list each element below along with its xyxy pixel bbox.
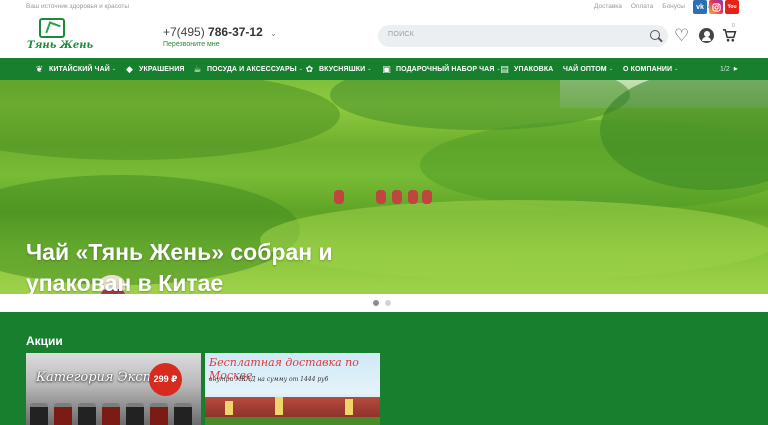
- hero-bush: [420, 120, 768, 210]
- nav-item-label: УКРАШЕНИЯ: [139, 65, 185, 73]
- heart-icon[interactable]: ♡: [674, 27, 689, 44]
- nav-item-chinese-tea[interactable]: ❦ КИТАЙСКИЙ ЧАЙ ⌄: [35, 58, 116, 80]
- nav-item-label: ВКУСНЯШКИ: [319, 65, 366, 73]
- nav-item-gift-set[interactable]: ▣ ПОДАРОЧНЫЙ НАБОР ЧАЯ ⌄: [382, 58, 501, 80]
- nav-item-packaging[interactable]: ▤ УПАКОВКА: [500, 58, 553, 80]
- gem-icon: ◆: [125, 63, 134, 74]
- search-placeholder: ПОИСК: [388, 31, 415, 38]
- nav-item-label: УПАКОВКА: [514, 65, 554, 73]
- chevron-right-icon[interactable]: ▸: [734, 64, 738, 73]
- top-bar: Ваш источник здоровья и красоты Доставка…: [0, 0, 768, 14]
- phone-number[interactable]: +7(495) 786-37-12 ⌄: [163, 25, 277, 39]
- site-logo[interactable]: Тянь Жень: [27, 18, 93, 56]
- chevron-down-icon: ⌄: [298, 66, 303, 72]
- youtube-label: You: [727, 4, 737, 10]
- hero-title: Чай «Тянь Жень» собран и упакован в Кита…: [26, 237, 406, 294]
- search-input[interactable]: ПОИСК: [378, 25, 668, 47]
- nav-pager-label: 1/2: [720, 66, 730, 73]
- callback-link[interactable]: Перезвоните мне: [163, 41, 220, 48]
- slider-dots: [0, 294, 768, 312]
- vk-icon[interactable]: vk: [693, 0, 707, 14]
- promo-card-delivery[interactable]: Бесплатная доставка по Москве внутри МКА…: [205, 353, 380, 425]
- nav-item-label: ПОДАРОЧНЫЙ НАБОР ЧАЯ: [396, 65, 495, 73]
- nav-item-treats[interactable]: ✿ ВКУСНЯШКИ ⌄: [305, 58, 372, 80]
- nav-item-label: КИТАЙСКИЙ ЧАЙ: [49, 65, 110, 73]
- hero-title-line-2: упакован в Китае: [26, 270, 224, 294]
- gift-icon: ▣: [382, 63, 391, 74]
- nav-item-jewelry[interactable]: ◆ УКРАШЕНИЯ: [125, 58, 184, 80]
- chevron-down-icon: ⌄: [608, 66, 614, 72]
- logo-text: Тянь Жень: [27, 40, 94, 51]
- phone-digits: 786-37-12: [208, 25, 263, 39]
- nav-item-label: О КОМПАНИИ: [623, 65, 673, 73]
- price-badge: 299 ₽: [149, 363, 182, 396]
- hero-banner[interactable]: Чай «Тянь Жень» собран и упакован в Кита…: [0, 80, 768, 294]
- leaf-icon: ❦: [35, 63, 44, 74]
- chevron-down-icon[interactable]: ⌄: [270, 29, 277, 38]
- chevron-down-icon: ⌄: [111, 66, 117, 72]
- hero-title-line-1: Чай «Тянь Жень» собран и: [26, 239, 333, 265]
- main-nav: ❦ КИТАЙСКИЙ ЧАЙ ⌄ ◆ УКРАШЕНИЯ ☕ ПОСУДА И…: [0, 58, 768, 80]
- site-tagline: Ваш источник здоровья и красоты: [26, 3, 130, 10]
- nav-pager[interactable]: 1/2 ▸: [720, 64, 738, 73]
- kremlin-image: [205, 397, 380, 425]
- teapot-icon: ☕: [193, 63, 202, 74]
- promo-section: Акции Категория Экстра 299 ₽ Бесплатная …: [0, 312, 768, 425]
- nav-item-about[interactable]: О КОМПАНИИ ⌄: [623, 58, 678, 80]
- cart-count: 0: [732, 23, 735, 29]
- nav-item-label: ПОСУДА И АКСЕССУАРЫ: [207, 65, 297, 73]
- phone-code: +7(495): [163, 25, 205, 39]
- instagram-icon[interactable]: [709, 0, 723, 14]
- package-icon: ▤: [500, 63, 509, 74]
- cart-icon[interactable]: [722, 28, 737, 47]
- search-icon[interactable]: [650, 30, 660, 40]
- hero-tea-pickers: [334, 190, 434, 208]
- slider-dot[interactable]: [385, 300, 391, 306]
- logo-mark-icon: [39, 18, 65, 38]
- nav-item-label: ЧАЙ ОПТОМ: [563, 65, 607, 73]
- tea-cans-image: [26, 403, 201, 425]
- chevron-down-icon: ⌄: [367, 66, 372, 72]
- slider-dot-active[interactable]: [373, 300, 379, 306]
- site-header: Тянь Жень +7(495) 786-37-12 ⌄ Перезвонит…: [0, 14, 768, 58]
- youtube-icon[interactable]: You: [725, 0, 739, 14]
- user-icon[interactable]: [699, 28, 714, 43]
- section-title: Акции: [26, 334, 63, 348]
- flower-icon: ✿: [305, 63, 314, 74]
- top-link-delivery[interactable]: Доставка: [594, 3, 622, 10]
- cart-glyph: [722, 29, 737, 42]
- promo-card-subtitle: внутри МКАД на сумму от 1444 руб: [209, 376, 329, 383]
- promo-card-extra[interactable]: Категория Экстра 299 ₽: [26, 353, 201, 425]
- hero-bush: [0, 80, 340, 160]
- top-link-payment[interactable]: Оплата: [631, 3, 653, 10]
- chevron-down-icon: ⌄: [674, 66, 679, 72]
- top-link-bonuses[interactable]: Бонусы: [662, 3, 685, 10]
- instagram-glyph: [711, 2, 721, 12]
- nav-item-tableware[interactable]: ☕ ПОСУДА И АКСЕССУАРЫ ⌄: [193, 58, 303, 80]
- nav-item-wholesale[interactable]: ЧАЙ ОПТОМ ⌄: [563, 58, 613, 80]
- vk-label: vk: [696, 3, 704, 11]
